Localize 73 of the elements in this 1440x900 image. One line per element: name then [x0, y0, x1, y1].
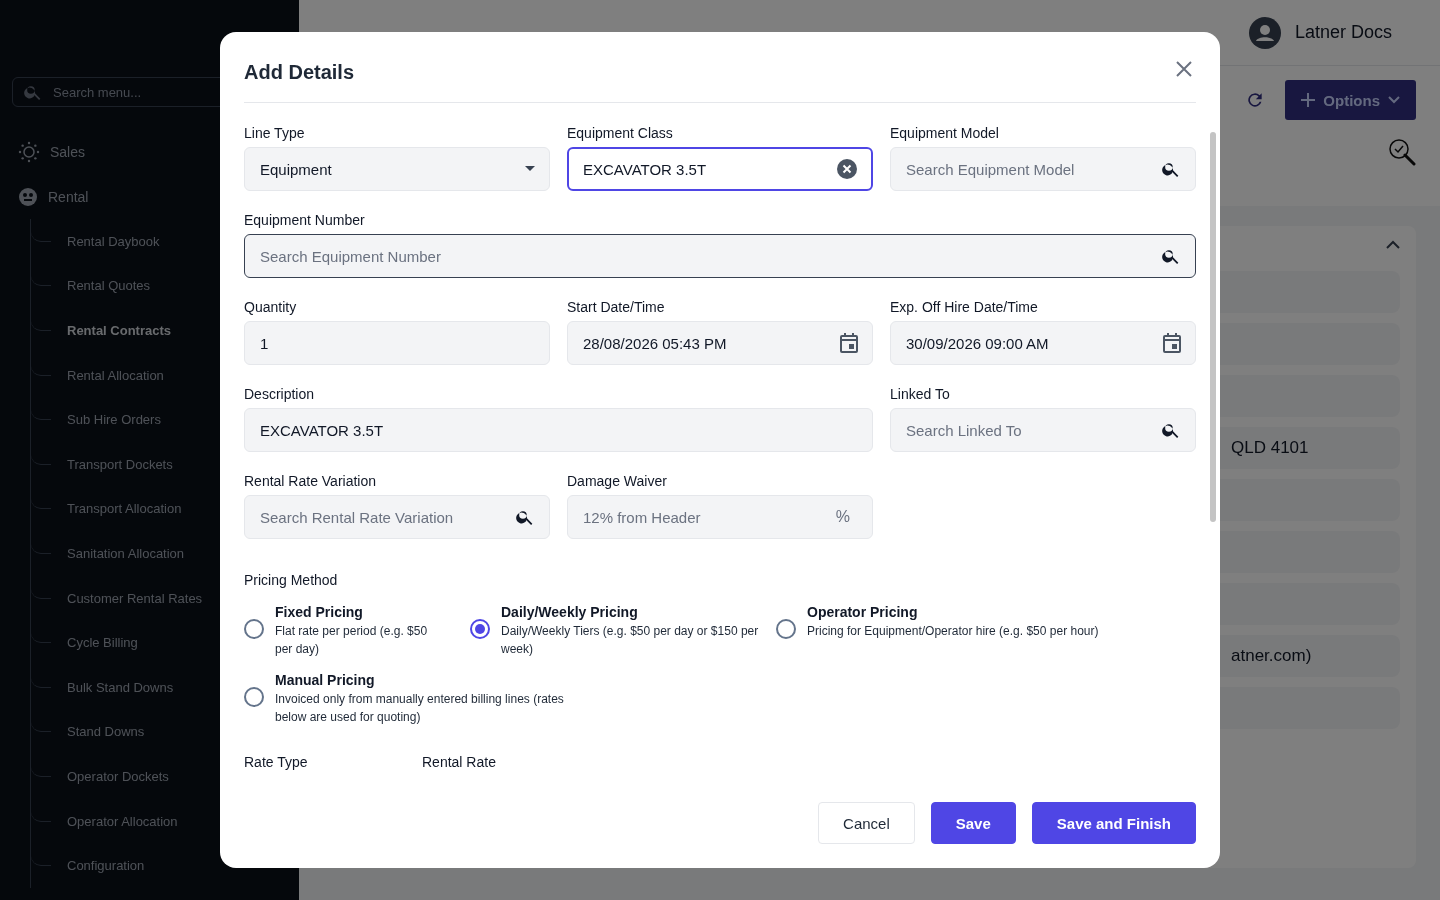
option-title: Daily/Weekly Pricing: [501, 604, 639, 620]
sidebar-item[interactable]: Operator Dockets: [67, 768, 169, 784]
radio-button[interactable]: [244, 687, 264, 707]
contact-text: atner.com): [1231, 646, 1312, 666]
percent-suffix: %: [835, 508, 850, 526]
avatar-icon[interactable]: [1248, 16, 1281, 49]
option-title: Fixed Pricing: [275, 604, 364, 620]
radio-button[interactable]: [244, 619, 264, 639]
input-field[interactable]: 30/09/2026 09:00 AM: [890, 321, 1196, 365]
option-description: Daily/Weekly Tiers (e.g. $50 per day or $150 per week): [501, 623, 760, 658]
face-icon: [18, 186, 38, 207]
sidebar-item[interactable]: Cycle Billing: [67, 635, 138, 651]
option-description: Invoiced only from manually entered billing lines (rates below are used for quoting): [275, 691, 565, 726]
cancel-button[interactable]: Cancel: [818, 802, 915, 844]
field-label: Line Type: [244, 125, 306, 141]
search-check-icon[interactable]: [1388, 138, 1416, 166]
field-label: Linked To: [890, 386, 951, 402]
input-field[interactable]: 12% from Header %: [567, 495, 873, 539]
save-button[interactable]: Save: [930, 802, 1016, 844]
sidebar-item[interactable]: Customer Rental Rates: [67, 590, 203, 606]
sidebar-item[interactable]: Configuration: [67, 858, 145, 874]
radio-button[interactable]: [776, 619, 796, 639]
column-label: Rental Rate: [422, 754, 496, 770]
chevron-down-icon: [1388, 96, 1400, 104]
sidebar-item[interactable]: Transport Allocation: [67, 501, 182, 517]
field-label: Equipment Class: [567, 125, 674, 141]
input-field[interactable]: 1: [244, 321, 550, 365]
sidebar-item[interactable]: Transport Dockets: [67, 456, 173, 472]
sidebar-item[interactable]: Sales: [50, 143, 86, 160]
field-label: Start Date/Time: [567, 299, 666, 315]
field-label: Description: [244, 386, 316, 402]
sidebar-item[interactable]: Rental Quotes: [67, 278, 151, 294]
chevron-up-icon[interactable]: [1386, 240, 1400, 249]
input-field[interactable]: Search Equipment Model: [890, 147, 1196, 191]
input-field[interactable]: EXCAVATOR 3.5T: [567, 147, 873, 191]
calendar-icon[interactable]: [1163, 333, 1181, 353]
save-button[interactable]: Save and Finish: [1031, 802, 1196, 844]
input-field[interactable]: Search Linked To: [890, 408, 1196, 452]
field-label: Exp. Off Hire Date/Time: [890, 299, 1039, 315]
option-title: Operator Pricing: [807, 604, 919, 620]
sidebar-item[interactable]: Rental Daybook: [67, 233, 160, 249]
select-field[interactable]: Equipment: [244, 147, 550, 191]
calendar-icon[interactable]: [840, 333, 858, 353]
dropdown-caret-icon[interactable]: [525, 166, 535, 172]
field-label: Quantity: [244, 299, 298, 315]
options-button[interactable]: Options: [1285, 80, 1416, 120]
address-text: QLD 4101: [1231, 438, 1309, 458]
input-field[interactable]: Search Rental Rate Variation: [244, 495, 550, 539]
column-label: Rate Type: [244, 754, 309, 770]
field-label: Rental Rate Variation: [244, 473, 378, 489]
input-field[interactable]: EXCAVATOR 3.5T: [244, 408, 873, 452]
section-label: Pricing Method: [244, 572, 339, 588]
sidebar-item[interactable]: Stand Downs: [67, 724, 145, 740]
clear-icon[interactable]: [837, 159, 857, 179]
sidebar-item[interactable]: Operator Allocation: [67, 813, 178, 829]
user-name[interactable]: Latner Docs: [1294, 22, 1392, 43]
sidebar-item[interactable]: Rental Allocation: [67, 367, 164, 383]
plus-icon: [1301, 93, 1316, 107]
sidebar-item[interactable]: Rental: [48, 188, 89, 205]
radio-button[interactable]: [470, 619, 490, 639]
field-label: Damage Waiver: [567, 473, 668, 489]
sun-icon: [18, 140, 40, 163]
sidebar-item[interactable]: Bulk Stand Downs: [67, 679, 174, 695]
sidebar-item[interactable]: Sub Hire Orders: [67, 412, 161, 428]
input-field[interactable]: Search Equipment Number: [244, 234, 1196, 278]
sidebar-item[interactable]: Sanitation Allocation: [67, 545, 185, 561]
sidebar-item[interactable]: Rental Contracts: [67, 323, 172, 338]
option-title: Manual Pricing: [275, 672, 376, 688]
input-field[interactable]: 28/08/2026 05:43 PM: [567, 321, 873, 365]
field-label: Equipment Number: [244, 212, 366, 228]
field-label: Equipment Model: [890, 125, 1000, 141]
option-description: Flat rate per period (e.g. $50 per day): [275, 623, 429, 658]
option-description: Pricing for Equipment/Operator hire (e.g. $50 per hour): [807, 623, 1100, 640]
